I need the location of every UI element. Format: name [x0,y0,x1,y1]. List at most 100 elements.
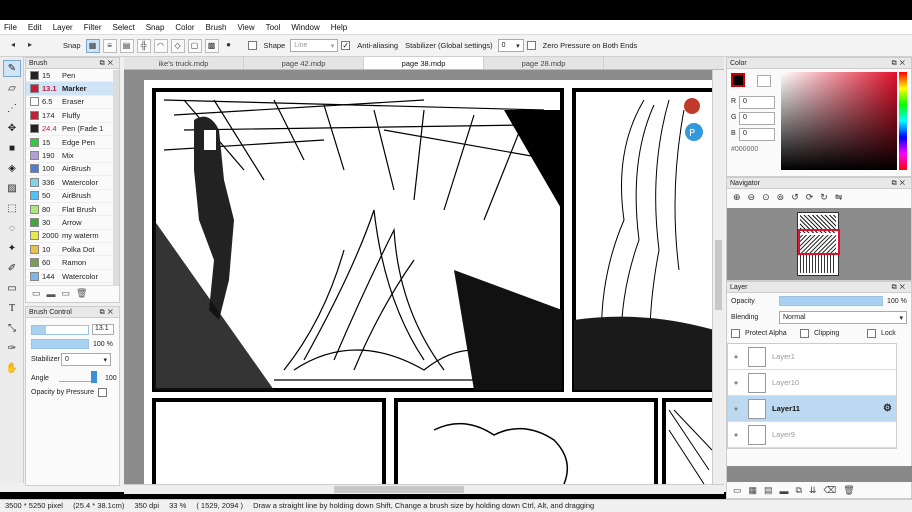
navigator-viewport-box[interactable] [798,229,840,255]
brush-item[interactable]: 13.1 Marker [26,82,119,96]
secondary-color-swatch[interactable] [757,75,771,87]
hue-slider[interactable] [899,72,907,170]
snap-vanish-icon[interactable]: ◇ [170,38,185,53]
rotate-reset-icon[interactable]: ⟳ [806,192,814,203]
document-tab[interactable]: page 42.mdp [244,57,364,69]
redo-icon[interactable]: ▸ [23,39,37,53]
canvas-horizontal-scrollbar[interactable] [124,484,724,494]
dot-tool-icon[interactable]: ⋰ [3,100,21,117]
menu-item-brush[interactable]: Brush [206,23,227,32]
bucket-tool-icon[interactable]: ◈ [3,160,21,177]
brush-size-slider[interactable] [31,324,89,335]
menu-item-color[interactable]: Color [175,23,194,32]
eye-icon[interactable]: ● [728,430,744,439]
lasso-tool-icon[interactable]: ◌ [3,220,21,237]
menu-item-file[interactable]: File [4,23,17,32]
protect-alpha-checkbox[interactable] [731,329,740,338]
brush-copy-icon[interactable]: ▭ [62,288,71,299]
snap-grid-icon[interactable]: ▤ [119,38,134,53]
duplicate-layer-icon[interactable]: ⧉ [796,485,802,496]
canvas-vertical-scrollbar[interactable] [712,70,724,484]
snap-off-icon[interactable]: ▦ [85,38,100,53]
select-tool-icon[interactable]: ⬚ [3,200,21,217]
flip-icon[interactable]: ⇋ [835,192,843,203]
brush-item[interactable]: 50 AirBrush [26,190,119,203]
snap-parallel-icon[interactable]: ≡ [102,38,117,53]
current-color-swatch[interactable] [731,73,745,87]
antialias-checkbox[interactable]: ✓ [341,41,351,50]
delete-layer-icon[interactable]: 🗑 [843,485,854,496]
document-tab[interactable]: ike's truck.mdp [124,57,244,69]
pen-tool-icon[interactable]: ✎ [3,60,21,77]
snap-curve-icon[interactable]: ◠ [153,38,168,53]
menu-item-filter[interactable]: Filter [84,23,102,32]
brush-item[interactable]: 80 Flat Brush [26,203,119,217]
text-tool-icon[interactable]: T [3,300,21,317]
select-pen-icon[interactable]: ✐ [3,260,21,277]
layer-row[interactable]: ● Layer11 ⚙ [728,396,896,422]
gradient-tool-icon[interactable]: ▨ [3,180,21,197]
zero-pressure-checkbox[interactable] [526,41,536,50]
zoom-actual-icon[interactable]: ⊚ [777,192,785,203]
menu-item-tool[interactable]: Tool [266,23,281,32]
brush-list-scrollbar[interactable] [113,70,119,286]
lock-checkbox[interactable] [867,329,876,338]
snap-dot-icon[interactable]: ● [222,39,236,53]
eraser-tool-icon[interactable]: ▱ [3,80,21,97]
zoom-out-icon[interactable]: ⊖ [748,192,756,203]
rotate-left-icon[interactable]: ↺ [791,192,799,203]
layer-row[interactable]: ● Layer10 [728,370,896,396]
saturation-value-picker[interactable] [781,72,897,170]
opacity-pressure-checkbox[interactable] [98,388,108,397]
undo-icon[interactable]: ◂ [6,39,20,53]
brush-item[interactable]: 30 Arrow [26,216,119,230]
eye-icon[interactable]: ● [728,378,744,387]
document-tab[interactable]: page 28.mdp [484,57,604,69]
g-field[interactable]: 0 [739,111,775,125]
menu-item-help[interactable]: Help [331,23,347,32]
b-field[interactable]: 0 [739,127,775,141]
brush-item[interactable]: 15 Edge Pen [26,136,119,150]
zoom-in-icon[interactable]: ⊕ [733,192,741,203]
brush-item[interactable]: 190 Mix [26,149,119,163]
brush-item[interactable]: 100 AirBrush [26,163,119,177]
eye-icon[interactable]: ● [728,352,744,361]
menu-item-window[interactable]: Window [291,23,319,32]
select-eraser-icon[interactable]: ▭ [3,280,21,297]
new-1bit-layer-icon[interactable]: ▤ [764,485,773,496]
brush-item[interactable]: 336 Watercolor [26,176,119,190]
shape-checkbox[interactable] [247,41,257,50]
menu-item-view[interactable]: View [237,23,254,32]
brush-item[interactable]: 10 Polka Dot [26,243,119,257]
brush-folder-icon[interactable]: ▬ [47,289,56,299]
magic-wand-icon[interactable]: ✦ [3,240,21,257]
brush-delete-icon[interactable]: 🗑 [76,288,87,299]
shape-select[interactable]: Line ▾ [290,39,339,52]
snap-settings-icon[interactable]: ▢ [187,38,202,53]
brush-item[interactable]: 15 Pen [26,69,119,83]
add-brush-icon[interactable]: ▭ [32,288,41,299]
snap-crisscross-icon[interactable]: ╬ [136,38,151,53]
new-halftone-layer-icon[interactable]: ▦ [749,485,758,496]
fill-tool-icon[interactable]: ■ [3,140,21,157]
hand-tool-icon[interactable]: ✋ [3,360,21,377]
r-field[interactable]: 0 [739,95,775,109]
angle-slider[interactable] [59,371,97,383]
brush-item[interactable]: 144 Watercolor [26,270,119,284]
brush-stabilizer-select[interactable]: 0 ▾ [61,353,111,366]
brush-item[interactable]: 174 Fluffy [26,109,119,123]
brush-opacity-slider[interactable] [31,339,89,349]
clear-layer-icon[interactable]: ⌫ [824,485,837,496]
layer-opacity-slider[interactable] [779,296,883,306]
layer-row[interactable]: ● Layer9 [728,422,896,448]
brush-item[interactable]: 24.4 Pen (Fade 1 [26,123,119,136]
brush-size-field[interactable]: 13.1 [92,324,114,335]
new-layer-icon[interactable]: ▭ [733,485,742,496]
menu-item-select[interactable]: Select [112,23,134,32]
brush-item[interactable]: 2000 my waterm [26,230,119,244]
merge-layer-icon[interactable]: ⇊ [809,485,817,496]
snap-grid-settings-icon[interactable]: ▩ [204,38,219,53]
layer-settings-icon[interactable]: ⚙ [883,403,892,414]
menu-item-edit[interactable]: Edit [28,23,42,32]
navigator-preview[interactable] [727,208,911,280]
